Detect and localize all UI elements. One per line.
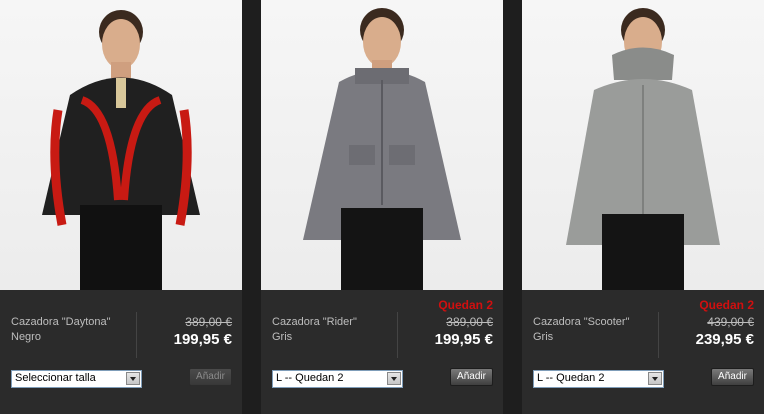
size-select[interactable]: L -- Quedan 2	[272, 370, 403, 388]
product-info: Quedan 2 Cazadora "Scooter" Gris 439,00 …	[522, 290, 764, 414]
add-to-cart-button[interactable]: Añadir	[189, 368, 232, 386]
old-price: 389,00 €	[185, 315, 232, 329]
size-select[interactable]: L -- Quedan 2	[533, 370, 664, 388]
product-grid: Cazadora "Daytona" Negro 389,00 € 199,95…	[0, 0, 764, 414]
divider	[397, 312, 398, 358]
chevron-down-icon[interactable]	[648, 372, 662, 385]
divider	[136, 312, 137, 358]
size-select[interactable]: Seleccionar talla	[11, 370, 142, 388]
chevron-down-icon[interactable]	[387, 372, 401, 385]
add-to-cart-button[interactable]: Añadir	[450, 368, 493, 386]
size-select-value: L -- Quedan 2	[537, 372, 605, 384]
chevron-down-icon[interactable]	[126, 372, 140, 385]
size-select-value: L -- Quedan 2	[276, 372, 344, 384]
product-name[interactable]: Cazadora "Scooter"	[533, 316, 629, 328]
current-price: 239,95 €	[695, 331, 754, 348]
current-price: 199,95 €	[434, 331, 493, 348]
stock-badge: Quedan 2	[699, 298, 754, 312]
current-price: 199,95 €	[173, 331, 232, 348]
product-name[interactable]: Cazadora "Rider"	[272, 316, 357, 328]
add-to-cart-button[interactable]: Añadir	[711, 368, 754, 386]
product-card: Quedan 2 Cazadora "Rider" Gris 389,00 € …	[261, 0, 503, 414]
product-color: Gris	[533, 331, 554, 343]
product-photo[interactable]	[261, 0, 503, 290]
product-photo[interactable]	[0, 0, 242, 290]
product-color: Gris	[272, 331, 293, 343]
product-info: Cazadora "Daytona" Negro 389,00 € 199,95…	[0, 290, 242, 414]
stock-badge: Quedan 2	[438, 298, 493, 312]
old-price: 439,00 €	[707, 315, 754, 329]
size-select-value: Seleccionar talla	[15, 372, 96, 384]
product-photo[interactable]	[522, 0, 764, 290]
old-price: 389,00 €	[446, 315, 493, 329]
divider	[658, 312, 659, 358]
product-info: Quedan 2 Cazadora "Rider" Gris 389,00 € …	[261, 290, 503, 414]
product-color: Negro	[11, 331, 41, 343]
product-card: Cazadora "Daytona" Negro 389,00 € 199,95…	[0, 0, 242, 414]
product-name[interactable]: Cazadora "Daytona"	[11, 316, 111, 328]
product-card: Quedan 2 Cazadora "Scooter" Gris 439,00 …	[522, 0, 764, 414]
